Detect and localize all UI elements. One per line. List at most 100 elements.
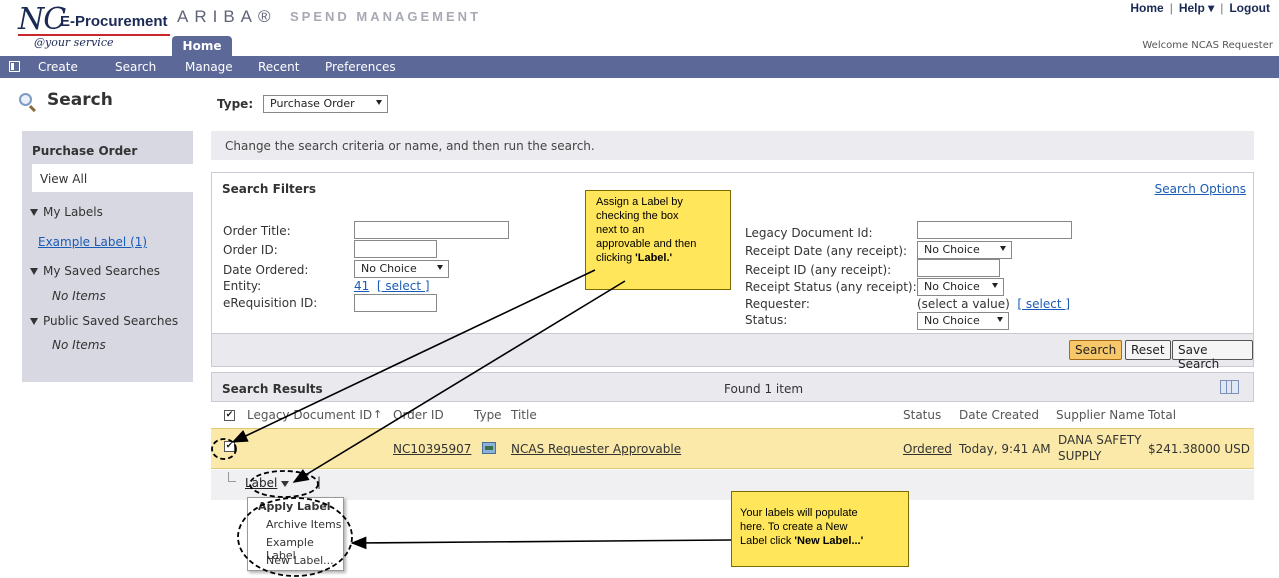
requester-select-link[interactable]: [ select ] xyxy=(1017,297,1070,311)
nav-recent[interactable]: Recent xyxy=(258,60,299,74)
row-checkbox[interactable]: ✔ xyxy=(224,441,235,452)
erequisition-id-label: eRequisition ID: xyxy=(223,296,318,310)
entity-select-link[interactable]: [ select ] xyxy=(377,279,430,293)
order-id-link[interactable]: NC10395907 xyxy=(393,442,471,456)
receipt-status-select[interactable]: No Choice xyxy=(917,278,1004,296)
order-title-input[interactable] xyxy=(354,221,509,239)
callout-line: next to an xyxy=(596,224,645,236)
results-count: Found 1 item xyxy=(724,382,804,396)
save-search-button[interactable]: Save Search xyxy=(1172,340,1253,371)
my-saved-searches-toggle[interactable]: My Saved Searches xyxy=(30,264,160,278)
search-results-panel: Search Results Found 1 item ✔ Legacy Doc… xyxy=(211,372,1254,502)
chevron-down-icon xyxy=(997,317,1003,322)
menu-item-new-label[interactable]: New Label... xyxy=(248,554,343,567)
apply-label-heading: Apply Label xyxy=(258,500,331,513)
entity-value-link[interactable]: 41 xyxy=(354,279,369,293)
table-row[interactable]: ✔ NC10395907 NCAS Requester Approvable O… xyxy=(211,428,1254,469)
page-title: Search xyxy=(47,90,113,110)
my-labels-label: My Labels xyxy=(43,205,103,219)
date-created-cell: Today, 9:41 AM xyxy=(959,442,1051,456)
date-ordered-select[interactable]: No Choice xyxy=(354,260,449,278)
callout-line: here. To create a New xyxy=(740,521,848,533)
select-all-checkbox[interactable]: ✔ xyxy=(224,410,235,421)
requester-value: (select a value) xyxy=(917,297,1010,311)
requester-value-group: (select a value) [ select ] xyxy=(917,297,1070,311)
logout-link[interactable]: Logout xyxy=(1229,1,1270,15)
callout-line: Your labels will populate xyxy=(740,507,858,519)
public-saved-searches-toggle[interactable]: Public Saved Searches xyxy=(30,314,178,328)
col-title[interactable]: Title xyxy=(511,408,537,422)
panel-heading: Purchase Order xyxy=(32,144,138,158)
home-link[interactable]: Home xyxy=(1130,1,1163,15)
tree-elbow-icon xyxy=(228,472,236,482)
sidebar-toggle-icon[interactable] xyxy=(9,61,20,72)
order-title-link[interactable]: NCAS Requester Approvable xyxy=(511,442,681,456)
left-panel: Purchase Order View All My Labels Exampl… xyxy=(22,131,193,382)
date-ordered-label: Date Ordered: xyxy=(223,263,309,277)
callout-your-labels: Your labels will populate here. To creat… xyxy=(731,491,909,567)
no-items-text: No Items xyxy=(52,289,106,303)
reset-button[interactable]: Reset xyxy=(1125,340,1171,360)
supplier-name-line2: SUPPLY xyxy=(1058,449,1102,463)
col-type[interactable]: Type xyxy=(474,408,502,422)
erequisition-id-input[interactable] xyxy=(354,294,437,312)
nav-create[interactable]: Create xyxy=(38,60,78,74)
status-select[interactable]: No Choice xyxy=(917,312,1009,330)
label-dropdown-menu: Apply Label Archive Items Example Label … xyxy=(247,497,344,571)
receipt-date-value: No Choice xyxy=(924,243,980,256)
chevron-down-icon xyxy=(992,283,998,288)
receipt-id-input[interactable] xyxy=(917,259,1000,277)
callout-line: clicking 'Label.' xyxy=(596,252,673,264)
callout-line: Assign a Label by xyxy=(596,196,683,208)
status-select-value: No Choice xyxy=(924,314,980,327)
order-id-input[interactable] xyxy=(354,240,437,258)
nav-search[interactable]: Search xyxy=(115,60,156,74)
help-link[interactable]: Help ▾ xyxy=(1179,1,1214,15)
status-link[interactable]: Ordered xyxy=(903,442,952,456)
triangle-down-icon xyxy=(30,209,38,216)
view-all-item[interactable]: View All xyxy=(32,164,193,192)
col-date-created[interactable]: Date Created xyxy=(959,408,1039,422)
search-magnifier-icon xyxy=(19,93,32,106)
legacy-document-id-input[interactable] xyxy=(917,221,1072,239)
app-header: NC E-Procurement @your service ARIBA® SP… xyxy=(0,0,1279,57)
search-button[interactable]: Search xyxy=(1069,340,1123,360)
filters-button-bar: Search Reset Save Search xyxy=(212,333,1253,371)
logo-e-procurement: E-Procurement xyxy=(60,13,168,30)
nav-bar: Create Search Manage Recent Preferences xyxy=(0,56,1279,78)
col-legacy-document-id[interactable]: Legacy Document ID xyxy=(247,408,372,422)
logo-nc: NC xyxy=(18,2,66,37)
receipt-date-label: Receipt Date (any receipt): xyxy=(745,244,908,258)
type-label: Type: xyxy=(217,97,254,111)
col-order-id[interactable]: Order ID xyxy=(393,408,444,422)
total-cell: $241.38000 USD xyxy=(1148,442,1250,456)
nav-manage[interactable]: Manage xyxy=(185,60,233,74)
label-button[interactable]: Label xyxy=(245,476,290,490)
column-chooser-icon[interactable] xyxy=(1220,380,1239,394)
col-total[interactable]: Total xyxy=(1148,408,1176,422)
sort-ascending-icon: ↑ xyxy=(373,408,383,421)
receipt-date-select[interactable]: No Choice xyxy=(917,241,1012,259)
requester-label: Requester: xyxy=(745,297,810,311)
example-label-link[interactable]: Example Label (1) xyxy=(38,235,147,249)
my-labels-toggle[interactable]: My Labels xyxy=(30,205,103,219)
search-options-link[interactable]: Search Options xyxy=(1155,182,1246,196)
welcome-text: Welcome NCAS Requester xyxy=(1142,40,1273,51)
nav-preferences[interactable]: Preferences xyxy=(325,60,396,74)
instruction-text: Change the search criteria or name, and … xyxy=(211,131,1254,160)
chevron-down-icon xyxy=(437,265,443,270)
col-supplier-name[interactable]: Supplier Name xyxy=(1056,408,1145,422)
search-filters-panel: Search Filters Search Options Order Titl… xyxy=(211,172,1254,371)
menu-item-archive-items[interactable]: Archive Items xyxy=(248,518,343,531)
supplier-name-line1: DANA SAFETY xyxy=(1058,433,1142,447)
receipt-status-label: Receipt Status (any receipt): xyxy=(745,280,917,294)
arrow-to-label-menu xyxy=(350,536,732,550)
callout-assign-label: Assign a Label by checking the box next … xyxy=(585,190,731,290)
date-ordered-value: No Choice xyxy=(361,262,417,275)
triangle-down-icon xyxy=(30,268,38,275)
home-tab[interactable]: Home xyxy=(172,36,232,57)
chevron-down-icon xyxy=(1000,246,1006,251)
col-status[interactable]: Status xyxy=(903,408,941,422)
type-select[interactable]: Purchase Order xyxy=(263,95,388,113)
spend-management-text: SPEND MANAGEMENT xyxy=(290,9,482,24)
